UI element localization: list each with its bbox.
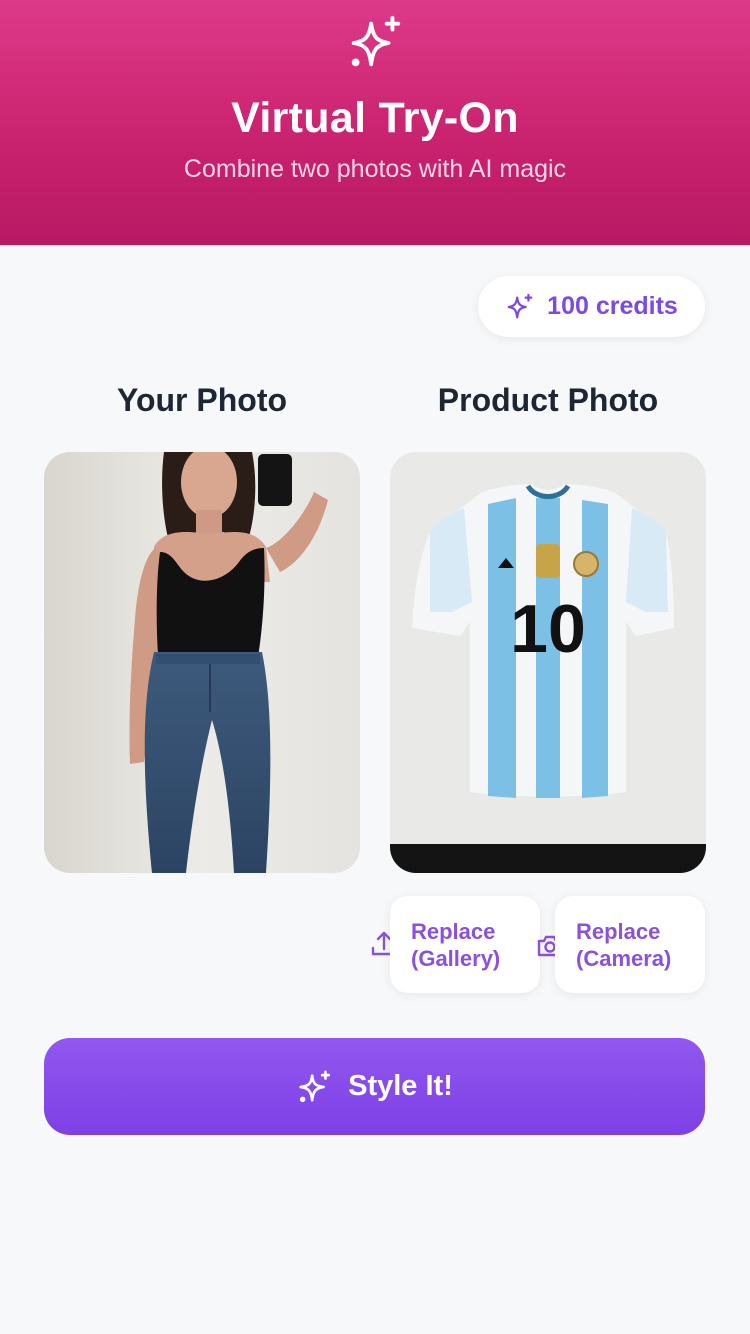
app-header: Virtual Try-On Combine two photos with A… [0, 0, 750, 245]
replace-gallery-line2: (Gallery) [411, 946, 501, 971]
product-photo-title: Product Photo [437, 382, 659, 418]
replace-gallery-button[interactable]: Replace (Gallery) [390, 896, 540, 993]
product-photo-image[interactable]: 10 [390, 452, 706, 873]
sparkles-icon [507, 293, 533, 318]
credits-label: 100 credits [547, 292, 678, 320]
your-photo-title: Your Photo [116, 382, 288, 418]
style-it-label: Style It! [348, 1070, 453, 1102]
sparkles-icon [299, 1069, 331, 1102]
replace-camera-line2: (Camera) [576, 946, 672, 971]
page-title: Virtual Try-On [231, 94, 519, 142]
style-it-button[interactable]: Style It! [44, 1038, 705, 1135]
replace-camera-line1: Replace [576, 919, 661, 944]
page-subtitle: Combine two photos with AI magic [183, 155, 567, 183]
replace-camera-button[interactable]: Replace (Camera) [555, 896, 705, 993]
sparkles-icon [351, 15, 401, 67]
svg-text:10: 10 [510, 591, 586, 667]
replace-gallery-line1: Replace [411, 919, 496, 944]
credits-badge[interactable]: 100 credits [478, 276, 705, 337]
your-photo-image[interactable] [44, 452, 360, 873]
